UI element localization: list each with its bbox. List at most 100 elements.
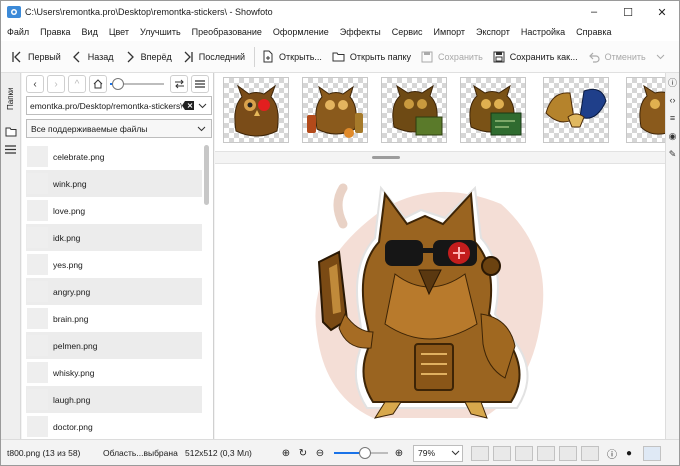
info-icon[interactable]: ⓘ [605, 446, 619, 461]
view-mode-button[interactable] [493, 445, 511, 461]
file-item[interactable]: idk.png [26, 224, 202, 251]
undo-icon [588, 52, 600, 63]
layers-tool-icon[interactable]: ≡ [666, 109, 679, 127]
file-thumbnail [27, 416, 48, 437]
menu-view[interactable]: Вид [82, 27, 98, 37]
pencil-tool-icon[interactable]: ✎ [666, 145, 679, 163]
file-item[interactable]: laugh.png [26, 386, 202, 413]
save-button[interactable]: Сохранить [417, 45, 487, 69]
file-item[interactable]: wink.png [26, 170, 202, 197]
back-button[interactable]: Назад [67, 45, 118, 69]
thumbnail-owl-partial[interactable] [626, 77, 666, 143]
refresh-icon[interactable]: ↻ [296, 446, 310, 460]
thumbnail-owl-bottles[interactable] [302, 77, 368, 143]
zoom-in-icon[interactable]: ⊕ [392, 446, 406, 460]
filter-text: Все поддерживаемые файлы [31, 123, 148, 134]
nav-up-button[interactable]: ^ [68, 75, 86, 93]
clear-icon[interactable] [182, 101, 194, 110]
thumbnail-owl-red-eye[interactable] [223, 77, 289, 143]
scrollbar-thumb[interactable] [204, 145, 209, 205]
file-item[interactable]: yes.png [26, 251, 202, 278]
chevron-down-icon[interactable] [198, 103, 207, 109]
view-mode-button[interactable] [559, 445, 577, 461]
chevron-down-icon [451, 450, 460, 456]
sidebar-toggle-button[interactable] [643, 445, 661, 461]
zoom-out-icon[interactable]: ⊖ [313, 446, 327, 460]
sidebar-tabs: Папки [1, 73, 21, 439]
menu-file[interactable]: Файл [7, 27, 29, 37]
file-name: wink.png [53, 178, 87, 189]
thumb-size-slider[interactable] [110, 78, 164, 90]
first-icon [12, 51, 21, 62]
file-name: idk.png [53, 232, 81, 243]
nav-back-button[interactable]: ‹ [26, 75, 44, 93]
file-item[interactable]: love.png [26, 197, 202, 224]
path-field[interactable]: emontka.pro/Desktop/remontka-stickers\ [26, 96, 212, 115]
open-folder-button[interactable]: Открыть папку [328, 45, 415, 69]
view-mode-button[interactable] [537, 445, 555, 461]
zoom-slider-handle[interactable] [359, 447, 371, 459]
file-item[interactable]: pelmen.png [26, 332, 202, 359]
info-tool-icon[interactable]: ⓘ [666, 73, 679, 91]
thumbnail-owl-laptop[interactable] [381, 77, 447, 143]
circle-icon[interactable]: ● [622, 446, 636, 460]
menu-decorate[interactable]: Оформление [273, 27, 329, 37]
menu-settings[interactable]: Настройка [521, 27, 565, 37]
nav-forward-button[interactable]: › [47, 75, 65, 93]
forward-button[interactable]: Вперёд [120, 45, 176, 69]
slider-handle[interactable] [112, 78, 124, 90]
file-name: laugh.png [53, 394, 91, 405]
file-item[interactable]: whisky.png [26, 359, 202, 386]
image-viewer[interactable] [215, 164, 665, 439]
menu-import[interactable]: Импорт [434, 27, 465, 37]
menu-enhance[interactable]: Улучшить [140, 27, 181, 37]
thumbnail-strip-splitter[interactable] [215, 151, 665, 164]
file-list-scrollbar[interactable] [203, 143, 210, 439]
menu-color[interactable]: Цвет [109, 27, 129, 37]
menu-edit[interactable]: Правка [40, 27, 70, 37]
file-filter-select[interactable]: Все поддерживаемые файлы [26, 119, 212, 138]
thumbnail-wings-handshake[interactable] [543, 77, 609, 143]
open-button[interactable]: Открыть... [258, 45, 326, 69]
menu-help[interactable]: Справка [576, 27, 611, 37]
maximize-button[interactable]: ☐ [611, 1, 645, 23]
color-tool-icon[interactable]: ◉ [666, 127, 679, 145]
main-toolbar: Первый Назад Вперёд Последний Открыть...… [1, 41, 679, 73]
menu-transform[interactable]: Преобразование [192, 27, 262, 37]
file-item[interactable]: celebrate.png [26, 143, 202, 170]
folder-tab-icon[interactable] [5, 127, 17, 137]
back-icon [72, 51, 80, 62]
undo-button[interactable]: Отменить [584, 45, 650, 69]
home-button[interactable] [89, 75, 107, 93]
zoom-slider[interactable] [334, 447, 388, 459]
first-button[interactable]: Первый [7, 45, 65, 69]
file-thumbnail [27, 146, 48, 167]
folders-tab[interactable]: Папки [6, 79, 15, 119]
code-tool-icon[interactable]: ‹› [666, 91, 679, 109]
view-mode-button[interactable] [581, 445, 599, 461]
menu-icon[interactable] [5, 145, 16, 154]
thumbnail-owl-board[interactable] [460, 77, 526, 143]
undo-dropdown[interactable] [652, 45, 674, 69]
zoom-fit-icon[interactable]: ⊕ [279, 446, 293, 460]
file-item[interactable]: angry.png [26, 278, 202, 305]
view-mode-button[interactable] [471, 445, 489, 461]
open-folder-label: Открыть папку [349, 51, 412, 62]
menu-export[interactable]: Экспорт [476, 27, 510, 37]
close-button[interactable]: ✕ [645, 1, 679, 23]
menu-effects[interactable]: Эффекты [340, 27, 381, 37]
view-mode-button[interactable] [515, 445, 533, 461]
save-as-button[interactable]: Сохранить как... [489, 45, 582, 69]
file-thumbnail [27, 335, 48, 356]
sort-button[interactable] [170, 75, 188, 93]
zoom-select[interactable]: 79% [413, 444, 463, 462]
last-button[interactable]: Последний [178, 45, 249, 69]
forward-icon [127, 51, 134, 62]
file-name: brain.png [53, 313, 89, 324]
menu-tools[interactable]: Сервис [392, 27, 423, 37]
minimize-button[interactable]: – [577, 1, 611, 23]
splitter-handle[interactable] [372, 156, 400, 159]
file-item[interactable]: doctor.png [26, 413, 202, 439]
view-menu-button[interactable] [191, 75, 209, 93]
file-item[interactable]: brain.png [26, 305, 202, 332]
